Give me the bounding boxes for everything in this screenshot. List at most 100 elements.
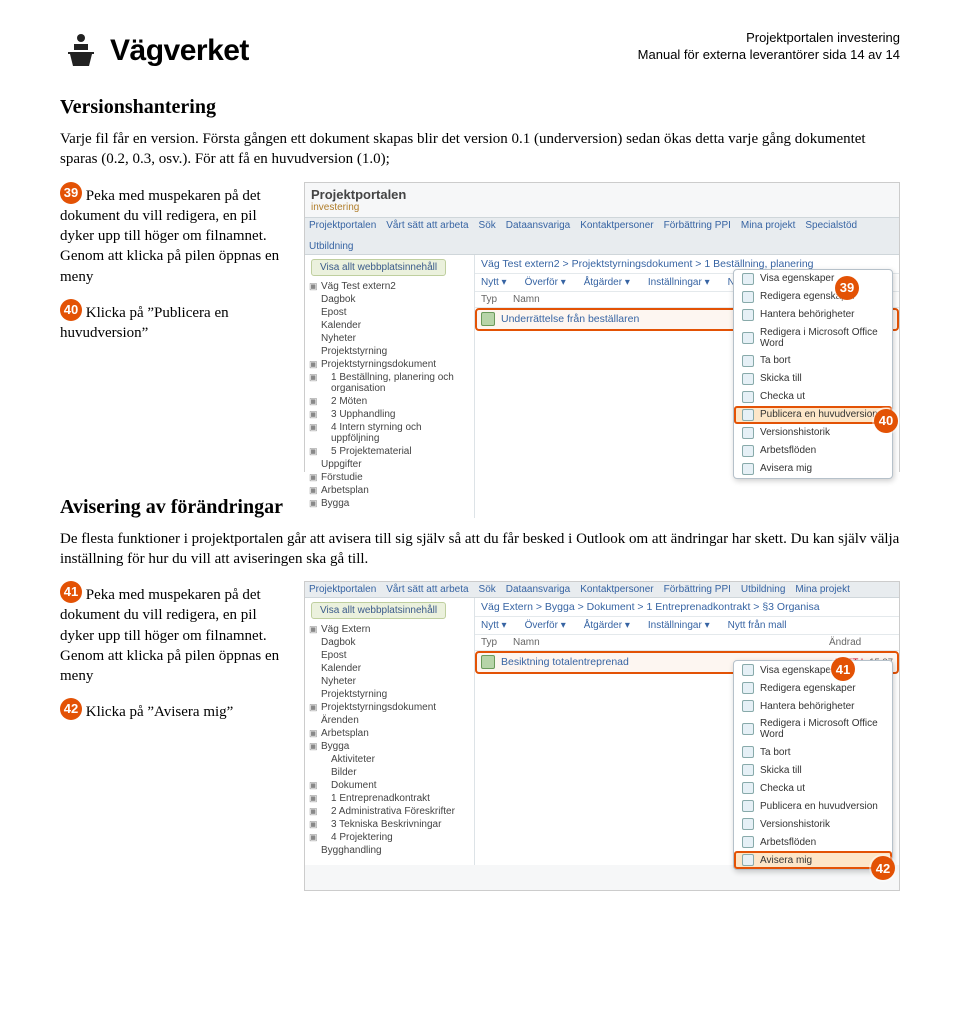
tree-item[interactable]: Arbetsplan (311, 484, 468, 497)
nav-item[interactable]: Specialstöd (805, 220, 857, 231)
tree-item[interactable]: Förstudie (311, 471, 468, 484)
nav-item[interactable]: Förbättring PPI (664, 584, 731, 595)
tree-item[interactable]: Projektstyrningsdokument (311, 701, 468, 714)
nav-item[interactable]: Projektportalen (309, 220, 376, 231)
nav-item[interactable]: Sök (479, 220, 496, 231)
nav-item[interactable]: Nytt ▾ (481, 620, 507, 631)
side-show-all-btn-b[interactable]: Visa allt webbplatsinnehåll (311, 602, 446, 619)
tree-item[interactable]: Nyheter (311, 332, 468, 345)
tree-item[interactable]: Bygga (311, 740, 468, 753)
sidebar-a: Visa allt webbplatsinnehåll Väg Test ext… (305, 255, 475, 518)
nav-item[interactable]: Sök (479, 584, 496, 595)
tree-item[interactable]: 4 Intern styrning och uppföljning (311, 421, 468, 445)
tree-item[interactable]: 2 Administrativa Föreskrifter (311, 805, 468, 818)
nav-item[interactable]: Nytt ▾ (481, 277, 507, 288)
screenshot-b: Projektportalen Vårt sätt att arbeta Sök Da… (304, 581, 900, 891)
nav-item[interactable]: Vårt sätt att arbeta (386, 220, 468, 231)
tree-item[interactable]: 1 Entreprenadkontrakt (311, 792, 468, 805)
context-menu-item[interactable]: Avisera mig (734, 851, 892, 869)
overlay-badge-40: 40 (874, 409, 898, 433)
nav-item[interactable]: Dataansvariga (506, 584, 570, 595)
context-item-icon (742, 355, 754, 367)
nav-item[interactable]: Inställningar ▾ (648, 620, 710, 631)
context-menu-item[interactable]: Publicera en huvudversion (734, 406, 892, 424)
tree-item[interactable]: Väg Test extern2 (311, 280, 468, 293)
tree-item[interactable]: Nyheter (311, 675, 468, 688)
nav-item[interactable]: Utbildning (741, 584, 785, 595)
document-meta: Projektportalen investering Manual för e… (638, 30, 900, 64)
context-menu-item[interactable]: Skicka till (734, 761, 892, 779)
tree-item[interactable]: 5 Projektematerial (311, 445, 468, 458)
nav-item[interactable]: Åtgärder ▾ (584, 277, 630, 288)
context-item-icon (742, 409, 754, 421)
context-item-icon (742, 427, 754, 439)
context-menu-item[interactable]: Avisera mig (734, 460, 892, 478)
context-item-icon (742, 309, 754, 321)
context-menu-item[interactable]: Skicka till (734, 370, 892, 388)
context-menu-item[interactable]: Checka ut (734, 779, 892, 797)
context-item-label: Checka ut (760, 391, 805, 402)
tree-item[interactable]: Bygghandling (311, 844, 468, 857)
nav-item[interactable]: Kontaktpersoner (580, 220, 653, 231)
context-menu-a: Visa egenskaperRedigera egenskaperHanter… (733, 269, 893, 479)
side-show-all-btn[interactable]: Visa allt webbplatsinnehåll (311, 259, 446, 276)
nav-item[interactable]: Överför ▾ (525, 277, 566, 288)
tree-item[interactable]: Dagbok (311, 636, 468, 649)
nav-item[interactable]: Dataansvariga (506, 220, 570, 231)
context-menu-item[interactable]: Versionshistorik (734, 424, 892, 442)
section-intro-2: De flesta funktioner i projektportalen g… (60, 529, 900, 570)
nav-item[interactable]: Nytt från mall (728, 620, 787, 631)
context-menu-item[interactable]: Ta bort (734, 352, 892, 370)
tree-item[interactable]: Epost (311, 306, 468, 319)
context-menu-item[interactable]: Ta bort (734, 743, 892, 761)
tree-item[interactable]: 4 Projektering (311, 831, 468, 844)
tree-item[interactable]: Epost (311, 649, 468, 662)
context-menu-item[interactable]: Versionshistorik (734, 815, 892, 833)
context-menu-item[interactable]: Publicera en huvudversion (734, 797, 892, 815)
context-menu-item[interactable]: Arbetsflöden (734, 833, 892, 851)
tree-item[interactable]: Bygga (311, 497, 468, 510)
tree-item[interactable]: Projektstyrningsdokument (311, 358, 468, 371)
tree-item[interactable]: Arbetsplan (311, 727, 468, 740)
tree-item[interactable]: Uppgifter (311, 458, 468, 471)
nav-item[interactable]: Vårt sätt att arbeta (386, 584, 468, 595)
tree-item[interactable]: 3 Upphandling (311, 408, 468, 421)
tree-item[interactable]: Väg Extern (311, 623, 468, 636)
context-item-icon (742, 682, 754, 694)
context-menu-item[interactable]: Redigera egenskaper (734, 679, 892, 697)
tree-item[interactable]: Projektstyrning (311, 688, 468, 701)
tree-item[interactable]: Projektstyrning (311, 345, 468, 358)
context-menu-item[interactable]: Hantera behörigheter (734, 306, 892, 324)
context-menu-item[interactable]: Arbetsflöden (734, 442, 892, 460)
tree-item[interactable]: Bilder (311, 766, 468, 779)
tree-item[interactable]: Ärenden (311, 714, 468, 727)
context-menu-item[interactable]: Visa egenskaper (734, 661, 892, 679)
tree-item[interactable]: 1 Beställning, planering och organisatio… (311, 371, 468, 395)
nav-item[interactable]: Mina projekt (795, 584, 849, 595)
context-item-icon (742, 373, 754, 385)
nav-item[interactable]: Projektportalen (309, 584, 376, 595)
tree-item[interactable]: Kalender (311, 662, 468, 675)
tree-item[interactable]: Aktiviteter (311, 753, 468, 766)
context-menu-item[interactable]: Redigera egenskaper (734, 288, 892, 306)
nav-item[interactable]: Överför ▾ (525, 620, 566, 631)
nav-item[interactable]: Mina projekt (741, 220, 795, 231)
context-menu-item[interactable]: Redigera i Microsoft Office Word (734, 324, 892, 352)
context-menu-item[interactable]: Visa egenskaper (734, 270, 892, 288)
tree-item[interactable]: 2 Möten (311, 395, 468, 408)
tree-item[interactable]: 3 Tekniska Beskrivningar (311, 818, 468, 831)
nav-item[interactable]: Förbättring PPI (664, 220, 731, 231)
context-item-label: Publicera en huvudversion (760, 801, 878, 812)
context-item-label: Ta bort (760, 747, 791, 758)
tree-item[interactable]: Dokument (311, 779, 468, 792)
nav-item[interactable]: Inställningar ▾ (648, 277, 710, 288)
context-menu-item[interactable]: Redigera i Microsoft Office Word (734, 715, 892, 743)
tree-item[interactable]: Dagbok (311, 293, 468, 306)
context-menu-item[interactable]: Hantera behörigheter (734, 697, 892, 715)
context-item-label: Hantera behörigheter (760, 701, 855, 712)
tree-item[interactable]: Kalender (311, 319, 468, 332)
nav-item[interactable]: Kontaktpersoner (580, 584, 653, 595)
context-menu-item[interactable]: Checka ut (734, 388, 892, 406)
nav-item[interactable]: Utbildning (309, 241, 353, 252)
nav-item[interactable]: Åtgärder ▾ (584, 620, 630, 631)
